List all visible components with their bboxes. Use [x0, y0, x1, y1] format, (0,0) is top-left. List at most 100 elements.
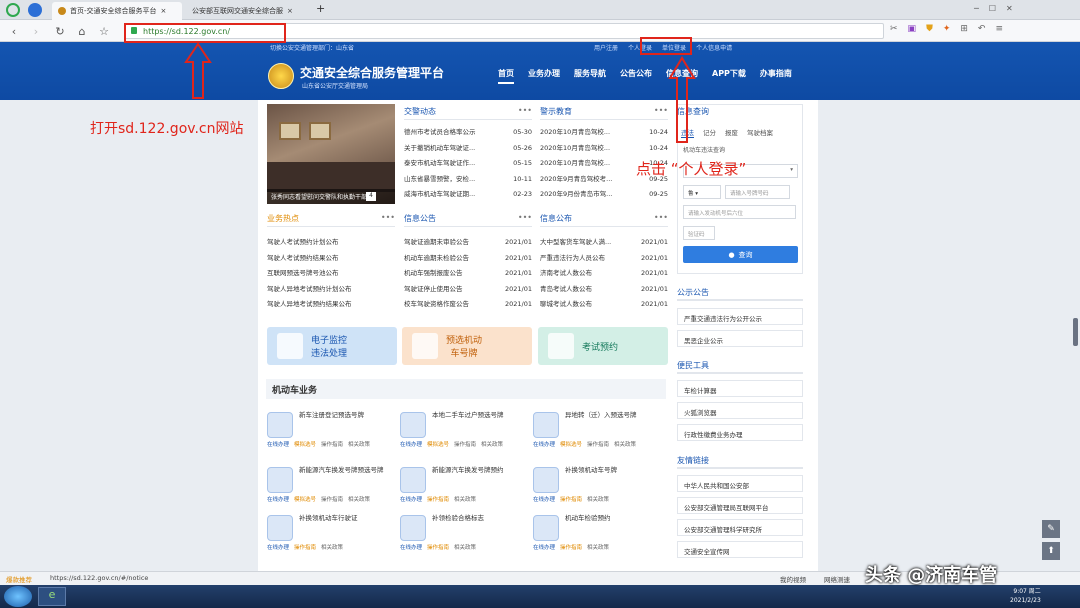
vehicle-item[interactable]: 本地二手车过户预选号牌 在线办理 模拟选号 操作指南 相关政策 [400, 410, 530, 450]
vehicle-item-link[interactable]: 模拟选号 [427, 440, 449, 448]
tool-item[interactable]: 火狐浏览器 [677, 402, 803, 419]
list-item[interactable]: 2020年9月份青岛市驾... 09-25 [540, 187, 668, 203]
more-icon[interactable]: ••• [518, 106, 532, 115]
edit-icon[interactable]: ✎ [1042, 520, 1060, 538]
list-item[interactable]: 德州市考试员合格率公示 05-30 [404, 125, 532, 141]
list-item[interactable]: 济南考试人数公布 2021/01 [540, 266, 668, 282]
list-item[interactable]: 严重违法行为人员公布 2021/01 [540, 251, 668, 267]
notice-item[interactable]: 严重交通违法行为公开公示 [677, 308, 803, 325]
vehicle-item-link[interactable]: 操作指南 [321, 440, 343, 448]
switch-region-link[interactable]: 切换公安交通管理部门：山东省 [270, 43, 354, 53]
quick-btn-violation[interactable]: 电子监控 违法处理 [267, 327, 397, 365]
vehicle-item-link[interactable]: 在线办理 [267, 440, 289, 448]
more-icon[interactable]: ••• [381, 213, 395, 222]
vehicle-item[interactable]: 异地转（迁）入预选号牌 在线办理 模拟选号 操作指南 相关政策 [533, 410, 663, 450]
more-icon[interactable]: ••• [654, 213, 668, 222]
more-icon[interactable]: ••• [518, 213, 532, 222]
fox-icon[interactable]: ✦ [943, 24, 951, 34]
list-item[interactable]: 关于撤销机动车驾驶证... 05-26 [404, 141, 532, 157]
list-item[interactable]: 驾驶人考试预约计划公布 [267, 235, 395, 251]
browser-taskbar-icon[interactable]: e [38, 587, 66, 606]
list-item[interactable]: 威海市机动车驾驶证期... 02-23 [404, 187, 532, 203]
vehicle-item-link[interactable]: 相关政策 [321, 543, 343, 551]
engine-input[interactable]: 请输入发动机号后六位 [683, 205, 796, 219]
more-icon[interactable]: ••• [654, 106, 668, 115]
vehicle-item-link[interactable]: 操作指南 [321, 495, 343, 503]
vehicle-item[interactable]: 补领检验合格标志 在线办理 操作指南 相关政策 [400, 513, 530, 553]
back-to-top-icon[interactable]: ⬆ [1042, 542, 1060, 560]
vehicle-item[interactable]: 新能源汽车换发号牌预约 在线办理 操作指南 相关政策 [400, 465, 530, 505]
undo-icon[interactable]: ↶ [978, 24, 986, 34]
link-item[interactable]: 公安部交通管理局互联网平台 [677, 497, 803, 514]
vehicle-item-link[interactable]: 操作指南 [294, 543, 316, 551]
list-item[interactable]: 聊城考试人数公布 2021/01 [540, 297, 668, 313]
tab-scrap[interactable]: 报废 [725, 127, 738, 138]
link-item[interactable]: 公安部交通管理科学研究所 [677, 519, 803, 536]
tool-item[interactable]: 行政性缴费业务办理 [677, 424, 803, 441]
vehicle-item-link[interactable]: 相关政策 [348, 495, 370, 503]
vehicle-item-link[interactable]: 相关政策 [348, 440, 370, 448]
vehicle-item-link[interactable]: 在线办理 [400, 543, 422, 551]
list-item[interactable]: 驾驶人异地考试预约计划公布 [267, 282, 395, 298]
extension-icon[interactable]: ▣ [908, 24, 917, 34]
list-item[interactable]: 泰安市机动车驾驶证作... 05-15 [404, 156, 532, 172]
nav-service[interactable]: 服务导航 [574, 68, 606, 84]
photo-page-indicator[interactable]: 4 [366, 192, 376, 201]
status-promo[interactable]: 爆款推荐 [6, 574, 32, 584]
close-window-icon[interactable]: ✕ [1006, 4, 1013, 13]
list-item[interactable]: 驾驶证停止使用公告 2021/01 [404, 282, 532, 298]
captcha-input[interactable]: 验证码 [683, 226, 715, 240]
vehicle-item-link[interactable]: 在线办理 [267, 543, 289, 551]
vehicle-item-link[interactable]: 操作指南 [587, 440, 609, 448]
vehicle-item-link[interactable]: 相关政策 [614, 440, 636, 448]
browser-logo-icon[interactable] [6, 3, 20, 17]
personal-info-link[interactable]: 个人信息申请 [696, 43, 732, 53]
bookmark-star-icon[interactable]: ☆ [96, 23, 112, 39]
tab-1[interactable]: 首页-交通安全综合服务平台 × [52, 2, 182, 20]
vehicle-item-link[interactable]: 在线办理 [267, 495, 289, 503]
nav-business[interactable]: 业务办理 [528, 68, 560, 84]
minimize-icon[interactable]: ─ [974, 4, 979, 13]
tool-item[interactable]: 车检计算器 [677, 380, 803, 397]
quick-btn-exam[interactable]: 考试预约 [538, 327, 668, 365]
vehicle-item-link[interactable]: 相关政策 [587, 543, 609, 551]
new-tab-button[interactable]: + [316, 2, 325, 15]
vehicle-item-link[interactable]: 操作指南 [454, 440, 476, 448]
vehicle-item-link[interactable]: 相关政策 [587, 495, 609, 503]
vehicle-item-link[interactable]: 模拟选号 [294, 495, 316, 503]
vehicle-item[interactable]: 新车注册登记预选号牌 在线办理 模拟选号 操作指南 相关政策 [267, 410, 397, 450]
notice-item[interactable]: 黑恶企业公示 [677, 330, 803, 347]
vehicle-item-link[interactable]: 模拟选号 [294, 440, 316, 448]
tab-2[interactable]: 公安部互联网交通安全综合服 × [186, 2, 312, 20]
maximize-icon[interactable]: ☐ [989, 4, 996, 13]
list-item[interactable]: 驾驶证逾期未审验公告 2021/01 [404, 235, 532, 251]
browser-compass-icon[interactable] [28, 3, 42, 17]
vehicle-item-link[interactable]: 在线办理 [533, 440, 555, 448]
nav-notice[interactable]: 公告公布 [620, 68, 652, 84]
query-button[interactable]: ● 查询 [683, 246, 798, 263]
reload-icon[interactable]: ↻ [52, 23, 68, 39]
province-select[interactable]: 鲁 ▾ [683, 185, 721, 199]
vehicle-item-link[interactable]: 相关政策 [454, 543, 476, 551]
back-icon[interactable]: ‹ [6, 23, 22, 39]
status-video[interactable]: 我的视频 [780, 574, 806, 584]
plate-input[interactable]: 请输入号牌号码 [725, 185, 790, 199]
status-speedtest[interactable]: 网络测速 [824, 574, 850, 584]
list-item[interactable]: 互联网预选号牌号池公布 [267, 266, 395, 282]
list-item[interactable]: 驾驶人考试预约结果公布 [267, 251, 395, 267]
vehicle-item-link[interactable]: 操作指南 [427, 543, 449, 551]
tab-license[interactable]: 驾驶档案 [747, 127, 773, 138]
vehicle-item-link[interactable]: 相关政策 [481, 440, 503, 448]
grid-icon[interactable]: ⊞ [960, 24, 968, 34]
vehicle-item-link[interactable]: 相关政策 [454, 495, 476, 503]
list-item[interactable]: 2020年10月青岛驾校... 10-24 [540, 125, 668, 141]
list-item[interactable]: 机动车强制报废公告 2021/01 [404, 266, 532, 282]
nav-app[interactable]: APP下载 [712, 68, 746, 84]
quick-btn-plate[interactable]: 预选机动 车号牌 [402, 327, 532, 365]
vehicle-item[interactable]: 新能源汽车换发号牌预选号牌 在线办理 模拟选号 操作指南 相关政策 [267, 465, 397, 505]
vehicle-item-link[interactable]: 在线办理 [533, 495, 555, 503]
link-item[interactable]: 中华人民共和国公安部 [677, 475, 803, 492]
tab-close-icon[interactable]: × [287, 7, 293, 15]
home-icon[interactable]: ⌂ [74, 23, 90, 39]
menu-icon[interactable]: ≡ [995, 24, 1003, 34]
